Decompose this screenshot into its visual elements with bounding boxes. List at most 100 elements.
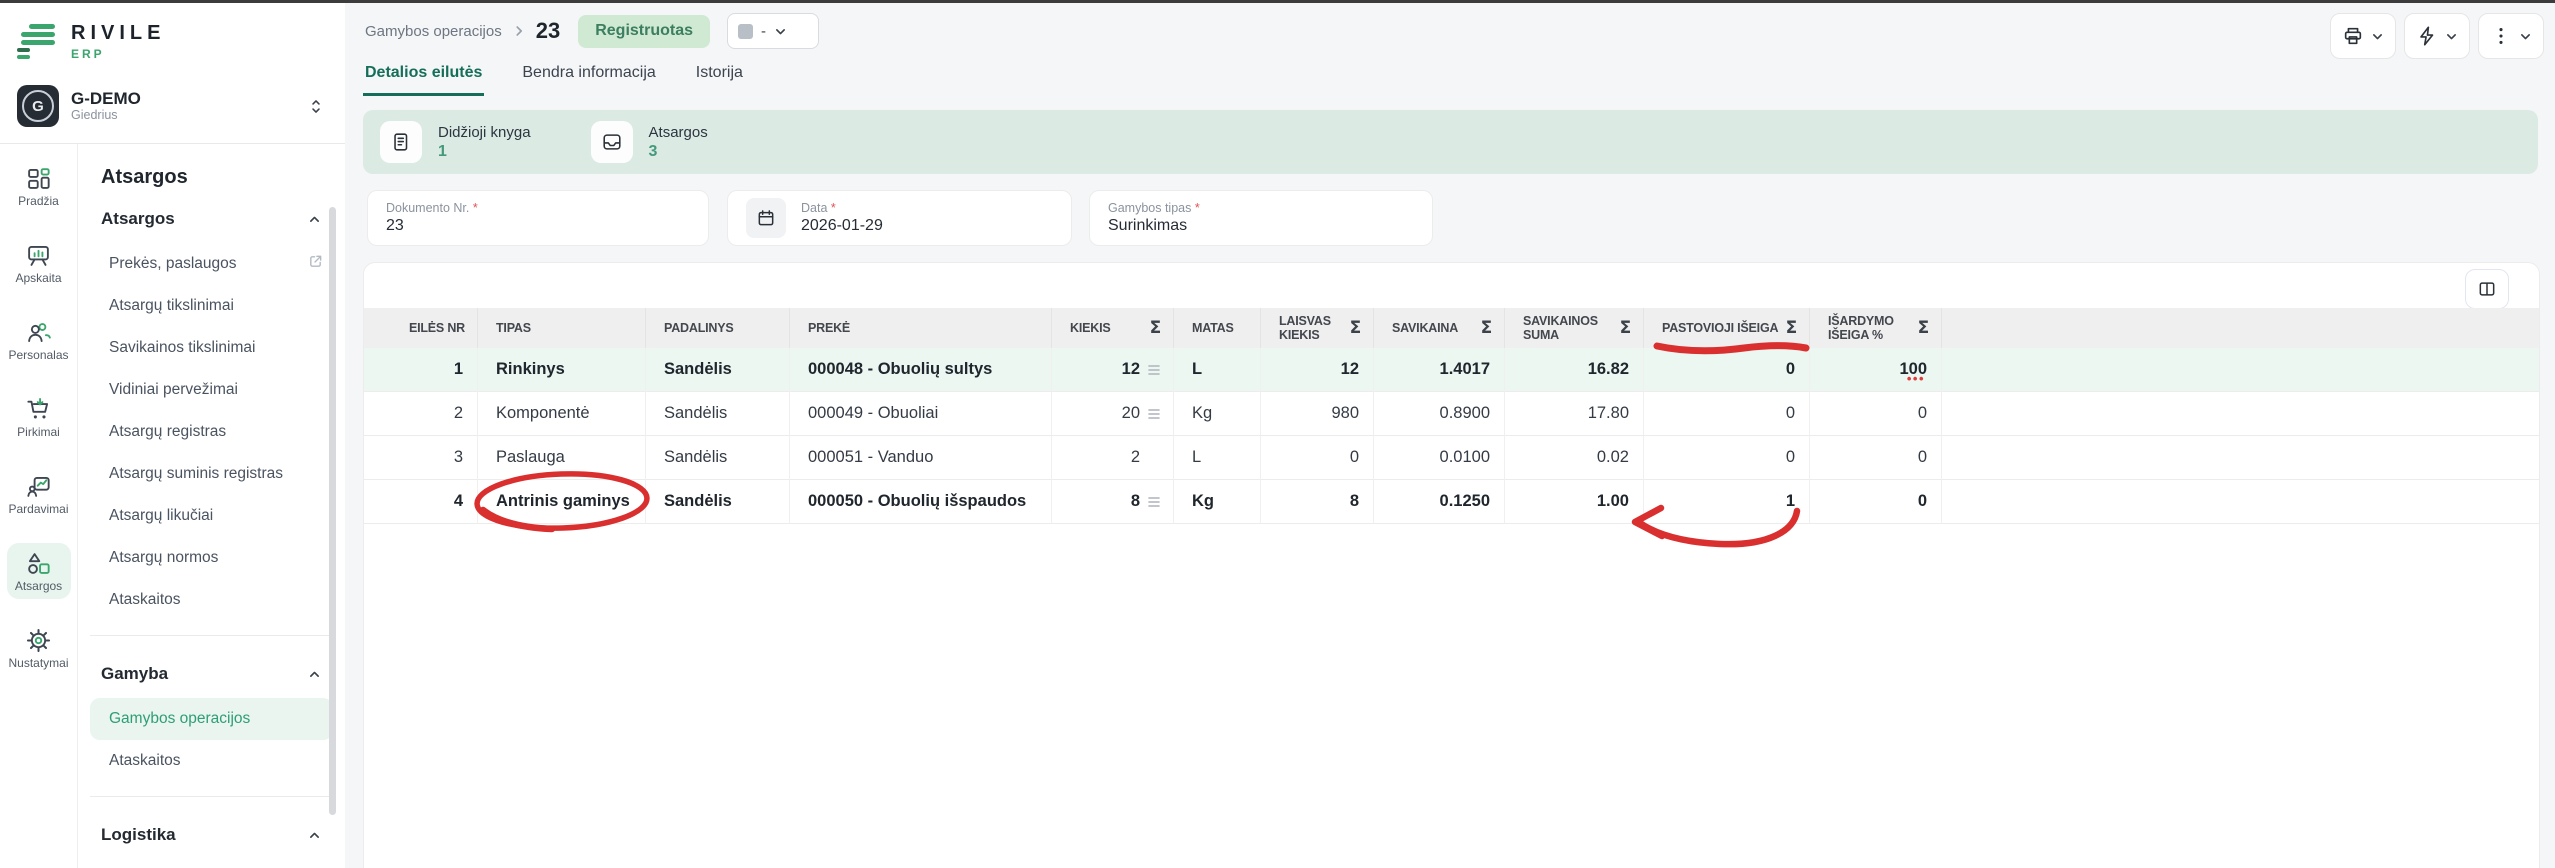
sidebar-item-ataskaitos[interactable]: Ataskaitos — [90, 579, 333, 621]
rail-item-pradzia[interactable]: Pradžia — [7, 158, 71, 214]
print-button[interactable] — [2330, 13, 2396, 59]
tab-bendra-informacija[interactable]: Bendra informacija — [520, 60, 657, 96]
column-header-matas[interactable]: MATAS — [1174, 308, 1261, 348]
summary-value: 1 — [438, 142, 531, 161]
sidebar-item-label: Ataskaitos — [109, 752, 181, 770]
sidebar-item-atsargų-normos[interactable]: Atsargų normos — [90, 537, 333, 579]
sidebar-item-prekės-paslaugos[interactable]: Prekės, paslaugos — [90, 243, 333, 285]
cell-value: 0 — [1350, 448, 1359, 467]
rail-item-atsargos[interactable]: Atsargos — [7, 543, 71, 599]
cell-empty — [1942, 392, 2539, 436]
kebab-icon — [2490, 25, 2512, 47]
column-header-savikaina[interactable]: SAVIKAINAΣ — [1374, 308, 1505, 348]
cell-prekė: 000050 - Obuolių išspaudos — [790, 480, 1052, 524]
more-button[interactable] — [2478, 13, 2544, 59]
cell-savikainos-suma: 17.80 — [1505, 392, 1644, 436]
column-header-pastovioji-išeiga[interactable]: PASTOVIOJI IŠEIGAΣ — [1644, 308, 1810, 348]
workspace-switcher[interactable]: G G-DEMO Giedrius — [17, 84, 329, 128]
detail-lines-table-card: EILĖS NRTIPASPADALINYSPREKĖKIEKISΣ MATAS L… — [363, 262, 2540, 868]
cell-kiekis: 20 — [1052, 392, 1174, 436]
cell-išardymo-išeiga-%: 0 — [1810, 480, 1942, 524]
column-header-laisvas-kiekis[interactable]: LAISVAS KIEKIS Σ — [1261, 308, 1374, 348]
rail-item-personalas[interactable]: Personalas — [7, 312, 71, 368]
cell-matas: Kg — [1174, 392, 1261, 436]
column-header-tipas[interactable]: TIPAS — [478, 308, 646, 348]
rail-item-pirkimai[interactable]: Pirkimai — [7, 389, 71, 445]
workspace-name: G-DEMO — [71, 89, 141, 108]
column-header-empty — [1942, 308, 2539, 348]
calendar-icon[interactable] — [746, 198, 786, 238]
quick-actions-button[interactable] — [2404, 13, 2470, 59]
sidebar-section-logistika[interactable]: Logistika — [78, 811, 345, 859]
column-label: LAISVAS KIEKIS — [1279, 314, 1344, 342]
status-select[interactable]: - — [727, 13, 819, 49]
sidebar-item-ataskaitos[interactable]: Ataskaitos — [90, 740, 333, 782]
cell-tipas: Komponentė — [478, 392, 646, 436]
sidebar-item-gamybos-operacijos[interactable]: Gamybos operacijos — [90, 698, 333, 740]
rail-item-nustatymai[interactable]: Nustatymai — [7, 620, 71, 676]
summary-value: 3 — [649, 142, 708, 161]
sidebar: Atsargos AtsargosPrekės, paslaugosAtsarg… — [78, 144, 345, 868]
field-data[interactable]: Data *2026-01-29 — [727, 190, 1072, 246]
cell-value: 980 — [1331, 404, 1359, 423]
sidebar-item-atsargų-suminis-registras[interactable]: Atsargų suminis registras — [90, 453, 333, 495]
cell-value: L — [1192, 360, 1202, 379]
unfold-chevrons-icon[interactable] — [309, 98, 323, 115]
sidebar-item-atsargų-registras[interactable]: Atsargų registras — [90, 411, 333, 453]
sum-icon[interactable]: Σ — [1786, 318, 1797, 338]
column-settings-button[interactable] — [2465, 269, 2509, 309]
sidebar-scrollbar[interactable] — [329, 207, 336, 815]
cell-pastovioji-išeiga: 0 — [1644, 436, 1810, 480]
chevron-up-icon — [308, 829, 321, 842]
cell-laisvas-kiekis: 8 — [1261, 480, 1374, 524]
tab-istorija[interactable]: Istorija — [694, 60, 745, 96]
sidebar-item-atsargų-tikslinimai[interactable]: Atsargų tikslinimai — [90, 285, 333, 327]
tab-bar: Detalios eilutės Bendra informacija Istori… — [363, 60, 745, 96]
cell-value: 17.80 — [1588, 404, 1629, 423]
inventory-icon — [26, 551, 51, 576]
cell-empty — [1942, 480, 2539, 524]
rail-item-apskaita[interactable]: Apskaita — [7, 235, 71, 291]
cell-value: 12 — [1341, 360, 1359, 379]
sum-icon[interactable]: Σ — [1918, 318, 1929, 338]
chevron-down-icon — [774, 25, 787, 38]
chevron-down-icon — [2371, 30, 2384, 43]
printer-icon — [2342, 25, 2364, 47]
sidebar-section-atsargos[interactable]: Atsargos — [78, 195, 345, 243]
field-gamybos-tipas[interactable]: Gamybos tipas *Surinkimas — [1089, 190, 1433, 246]
rail-item-pardavimai[interactable]: Pardavimai — [7, 466, 71, 522]
column-header-prekė[interactable]: PREKĖ — [790, 308, 1052, 348]
cell-value: 3 — [454, 448, 463, 467]
table-row-2[interactable]: 2KomponentėSandėlis000049 - Obuoliai20Kg… — [364, 392, 2539, 436]
external-link-icon — [308, 254, 323, 269]
sidebar-item-savikainos-tikslinimai[interactable]: Savikainos tikslinimai — [90, 327, 333, 369]
table-row-4[interactable]: 4Antrinis gaminysSandėlis000050 - Obuoli… — [364, 480, 2539, 524]
sum-icon[interactable]: Σ — [1481, 318, 1492, 338]
rivile-logo-icon — [17, 24, 59, 60]
tab-detalios-eilutės[interactable]: Detalios eilutės — [363, 60, 484, 96]
sum-icon[interactable]: Σ — [1350, 318, 1361, 338]
sum-icon[interactable]: Σ — [1150, 318, 1161, 338]
purchases-cart-icon — [26, 397, 51, 422]
sum-icon[interactable]: Σ — [1620, 318, 1631, 338]
sidebar-item-atsargų-likučiai[interactable]: Atsargų likučiai — [90, 495, 333, 537]
column-label: MATAS — [1192, 321, 1234, 335]
chevron-up-icon — [308, 668, 321, 681]
sidebar-item-vidiniai-pervežimai[interactable]: Vidiniai pervežimai — [90, 369, 333, 411]
breadcrumb-link[interactable]: Gamybos operacijos — [365, 23, 502, 40]
table-row-1[interactable]: 1RinkinysSandėlis000048 - Obuolių sultys… — [364, 348, 2539, 392]
column-header-išardymo-išeiga-%[interactable]: IŠARDYMO IŠEIGA %Σ — [1810, 308, 1942, 348]
sidebar-item-label: Ataskaitos — [109, 591, 181, 609]
cell-kiekis: 2 — [1052, 436, 1174, 480]
sidebar-section-gamyba[interactable]: Gamyba — [78, 650, 345, 698]
cell-value: 0 — [1786, 448, 1795, 467]
column-header-eilės-nr[interactable]: EILĖS NR — [364, 308, 478, 348]
column-header-padalinys[interactable]: PADALINYS — [646, 308, 790, 348]
field-dokumento-nr[interactable]: Dokumento Nr. *23 — [367, 190, 709, 246]
column-header-savikainos-suma[interactable]: SAVIKAINOS SUMAΣ — [1505, 308, 1644, 348]
field-label: Data * — [801, 201, 883, 215]
cell-savikaina: 0.0100 — [1374, 436, 1505, 480]
dashboard-icon — [26, 166, 51, 191]
table-row-3[interactable]: 3PaslaugaSandėlis000051 - Vanduo2L00.010… — [364, 436, 2539, 480]
column-header-kiekis[interactable]: KIEKISΣ — [1052, 308, 1174, 348]
